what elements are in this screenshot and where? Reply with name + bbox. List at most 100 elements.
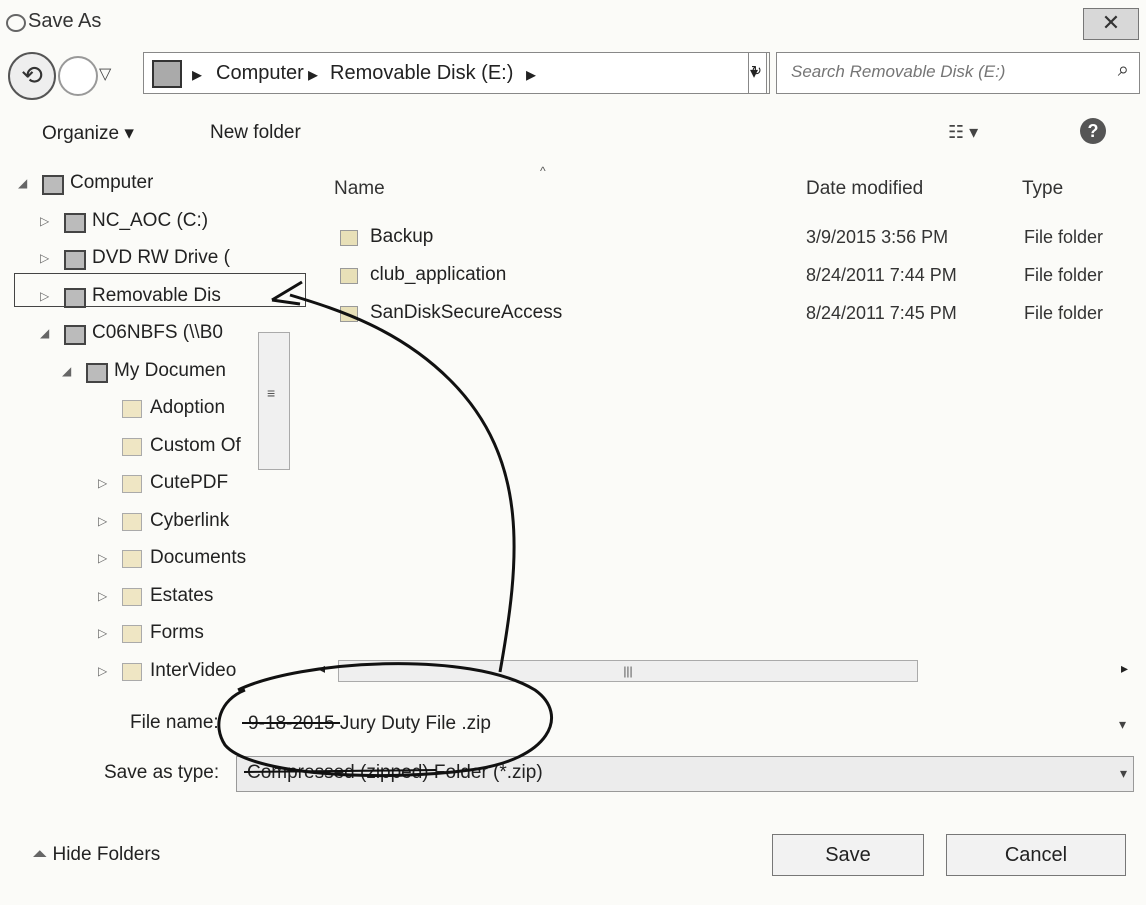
expand-icon[interactable]: ▷ bbox=[98, 514, 107, 528]
horizontal-scrollbar[interactable]: ◂ ||| ▸ bbox=[318, 658, 1128, 682]
computer-icon bbox=[42, 175, 64, 195]
tree-item[interactable]: Forms bbox=[150, 622, 204, 644]
tree-item[interactable]: My Documen bbox=[114, 360, 226, 382]
tree-item[interactable]: DVD RW Drive ( bbox=[92, 247, 230, 269]
tree-item[interactable]: Cyberlink bbox=[150, 510, 229, 532]
expand-icon[interactable]: ▷ bbox=[40, 289, 49, 303]
breadcrumb-separator-icon: ▸ bbox=[526, 64, 537, 86]
folder-icon bbox=[122, 662, 142, 681]
folder-icon bbox=[340, 230, 358, 246]
expand-icon[interactable]: ▷ bbox=[98, 476, 107, 490]
annotation-arrow-line bbox=[289, 293, 516, 673]
save-as-type-dropdown-icon[interactable]: ▾ bbox=[1120, 765, 1127, 782]
hide-folders-button[interactable]: ⏶ Hide Folders bbox=[32, 844, 160, 866]
history-dropdown-icon[interactable]: ▽ bbox=[99, 64, 111, 84]
tree-item[interactable]: Adoption bbox=[150, 397, 225, 419]
tree-item[interactable]: Removable Dis bbox=[92, 285, 221, 307]
title-bar: Save As ✕ bbox=[0, 0, 1146, 40]
folder-icon bbox=[340, 268, 358, 284]
sort-ascending-icon: ^ bbox=[540, 164, 546, 178]
save-as-type-label: Save as type: bbox=[104, 762, 220, 783]
search-box[interactable]: ⌕ bbox=[776, 52, 1140, 94]
tree-item[interactable]: NC_AOC (C:) bbox=[92, 210, 208, 232]
tree-item[interactable]: Documents bbox=[150, 547, 246, 569]
back-arrow-icon: ⟲ bbox=[21, 60, 43, 90]
collapse-icon[interactable]: ◢ bbox=[40, 326, 49, 340]
tree-item[interactable]: Estates bbox=[150, 585, 213, 607]
save-as-type-select[interactable]: Compressed (zipped) Folder (*.zip) ▾ bbox=[236, 756, 1134, 792]
search-icon[interactable]: ⌕ bbox=[1118, 59, 1129, 82]
tree-item[interactable]: Custom Of bbox=[150, 435, 241, 457]
save-as-type-value: Compressed (zipped) Folder (*.zip) bbox=[247, 762, 543, 783]
file-row-type: File folder bbox=[1024, 265, 1104, 285]
file-row-type: File folder bbox=[1024, 303, 1104, 323]
folder-icon bbox=[122, 437, 142, 456]
breadcrumb-computer[interactable]: Computer bbox=[216, 62, 304, 85]
file-row-date: 8/24/2011 7:45 PM bbox=[806, 303, 957, 323]
file-name-label: File name: bbox=[130, 712, 219, 733]
file-name-field[interactable]: ▾ bbox=[236, 704, 1132, 744]
file-name-input[interactable] bbox=[246, 712, 1090, 736]
file-row-name[interactable]: SanDiskSecureAccess bbox=[370, 302, 562, 324]
file-row-date: 3/9/2015 3:56 PM bbox=[806, 227, 949, 247]
expand-icon[interactable]: ▷ bbox=[40, 214, 49, 228]
expand-icon[interactable]: ▷ bbox=[98, 551, 107, 565]
window-title: Save As bbox=[28, 10, 102, 32]
expand-icon[interactable]: ▷ bbox=[98, 589, 107, 603]
folder-icon bbox=[122, 475, 142, 493]
cancel-button[interactable]: Cancel bbox=[946, 834, 1126, 876]
organize-button[interactable]: Organize ▾ bbox=[42, 122, 134, 145]
folder-icon bbox=[122, 550, 142, 568]
command-bar: Organize ▾ New folder ☷ ▾ ? bbox=[0, 110, 1146, 156]
expand-icon[interactable]: ▷ bbox=[40, 251, 49, 265]
scroll-left-icon[interactable]: ◂ bbox=[318, 660, 325, 677]
file-row-name[interactable]: Backup bbox=[370, 226, 433, 248]
column-header-name[interactable]: Name bbox=[334, 178, 385, 200]
file-row-type: File folder bbox=[1024, 227, 1104, 247]
refresh-icon: ↻ bbox=[751, 63, 762, 78]
close-button[interactable]: ✕ bbox=[1083, 8, 1139, 40]
folder-icon bbox=[122, 587, 142, 606]
breadcrumb-separator-icon: ▸ bbox=[192, 64, 203, 86]
back-button[interactable]: ⟲ bbox=[8, 52, 56, 100]
column-header-type[interactable]: Type bbox=[1022, 178, 1063, 200]
column-header-date-modified[interactable]: Date modified bbox=[806, 178, 923, 200]
folder-icon bbox=[122, 625, 142, 643]
breadcrumb-separator-icon: ▸ bbox=[308, 64, 319, 86]
file-row-name[interactable]: club_application bbox=[370, 264, 506, 286]
tree-item[interactable]: Computer bbox=[70, 172, 153, 194]
scroll-grip-icon: ≡ bbox=[267, 385, 276, 401]
collapse-icon[interactable]: ◢ bbox=[18, 176, 27, 190]
navigation-scrollbar[interactable]: ≡ bbox=[258, 332, 290, 470]
views-icon[interactable]: ☷ ▾ bbox=[948, 122, 978, 143]
tree-item[interactable]: C06NBFS (\\B0 bbox=[92, 322, 223, 344]
tree-item[interactable]: InterVideo bbox=[150, 660, 236, 682]
scroll-right-icon[interactable]: ▸ bbox=[1121, 660, 1128, 677]
drive-icon bbox=[86, 362, 108, 383]
collapse-icon[interactable]: ◢ bbox=[62, 364, 71, 378]
drive-icon bbox=[64, 287, 86, 308]
hide-folders-icon: ⏶ bbox=[32, 844, 48, 865]
file-name-dropdown-icon[interactable]: ▾ bbox=[1119, 716, 1126, 733]
help-icon[interactable]: ? bbox=[1080, 118, 1106, 144]
breadcrumb-removable-disk[interactable]: Removable Disk (E:) bbox=[330, 62, 513, 85]
scroll-thumb[interactable]: ||| bbox=[338, 660, 918, 682]
search-input[interactable] bbox=[789, 61, 1093, 83]
folder-icon bbox=[122, 400, 142, 418]
save-button[interactable]: Save bbox=[772, 834, 924, 876]
save-as-icon bbox=[6, 14, 26, 32]
drive-icon bbox=[64, 250, 86, 270]
address-bar[interactable]: ▸ Computer ▸ Removable Disk (E:) ▸ ▾ bbox=[143, 52, 767, 94]
expand-icon[interactable]: ▷ bbox=[98, 664, 107, 678]
file-row-date: 8/24/2011 7:44 PM bbox=[806, 265, 957, 285]
hide-folders-label: Hide Folders bbox=[52, 844, 161, 865]
tree-item[interactable]: CutePDF bbox=[150, 472, 228, 494]
folder-icon bbox=[340, 306, 358, 322]
folder-icon bbox=[122, 512, 142, 531]
forward-button[interactable] bbox=[58, 56, 98, 96]
expand-icon[interactable]: ▷ bbox=[98, 626, 107, 640]
refresh-button[interactable]: ↻ bbox=[748, 52, 770, 94]
drive-icon bbox=[64, 325, 86, 345]
drive-icon bbox=[64, 212, 86, 233]
new-folder-button[interactable]: New folder bbox=[210, 122, 301, 144]
